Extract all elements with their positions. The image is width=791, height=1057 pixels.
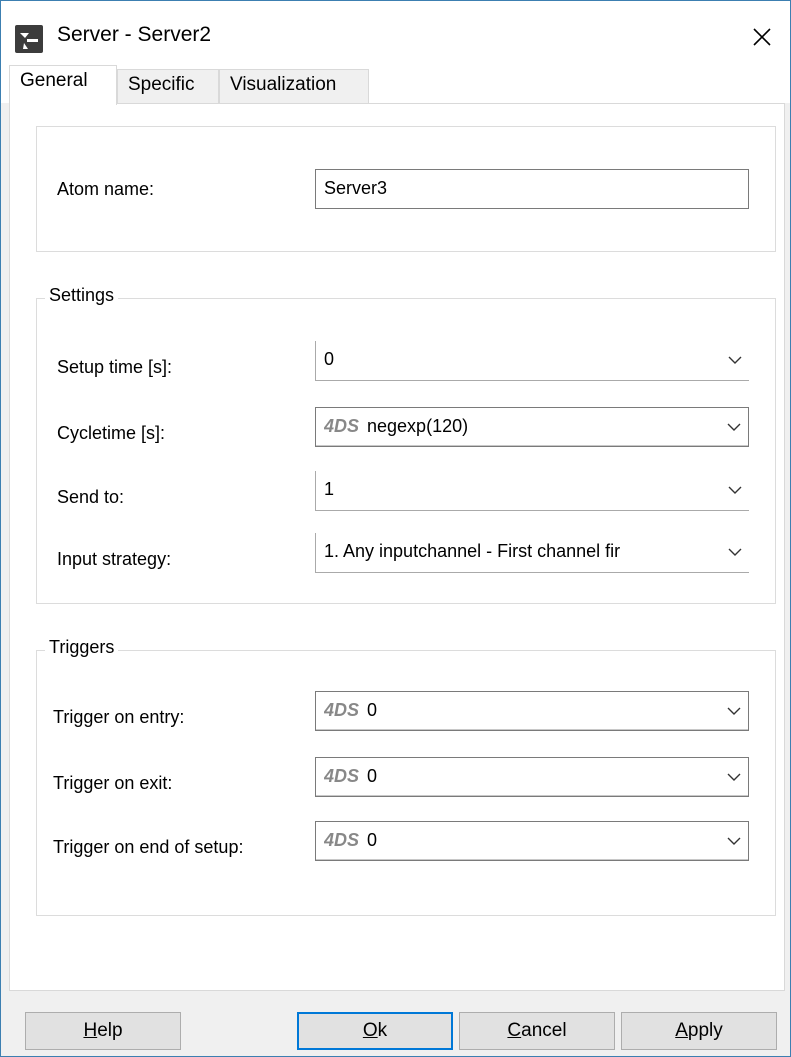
4ds-prefix: 4DS [324,700,360,720]
chevron-down-icon [727,423,741,431]
triggers-group: Triggers Trigger on entry: 4DS 0 Trigger … [36,637,776,916]
tab-general[interactable]: General [9,65,117,105]
setup-time-value: 0 [324,349,335,369]
apply-label: pply [687,1020,723,1041]
atom-name-input[interactable]: Server3 [315,169,749,209]
input-strategy-value: 1. Any inputchannel - First channel fir [324,541,621,561]
chevron-down-icon [728,356,742,364]
tab-bar: General Specific Visualization [1,65,790,105]
trigger-on-exit-expression: 0 [367,766,378,786]
ok-mnemonic: O [362,1020,378,1041]
trigger-on-exit-label: Trigger on exit: [53,773,173,793]
apply-button[interactable]: Apply [621,1012,777,1050]
send-to-label: Send to: [57,487,125,507]
4ds-prefix: 4DS [324,416,360,436]
4ds-prefix: 4DS [324,766,360,786]
cycletime-label: Cycletime [s]: [57,423,166,443]
triggers-group-title: Triggers [45,637,119,658]
cancel-mnemonic: C [507,1020,522,1041]
chevron-down-icon [728,486,742,494]
trigger-on-exit-dropdown[interactable]: 4DS 0 [315,757,749,797]
input-strategy-dropdown[interactable]: 1. Any inputchannel - First channel fir [315,533,749,573]
help-label: elp [97,1020,123,1041]
server-app-icon [15,25,43,53]
trigger-on-end-of-setup-value: 4DS 0 [324,830,377,851]
cycletime-expression: negexp(120) [367,416,469,436]
chevron-down-icon [727,707,741,715]
window-title: Server - Server2 [57,23,212,46]
trigger-on-entry-expression: 0 [367,700,378,720]
atom-name-group: Atom name: Server3 [36,126,776,252]
input-strategy-label: Input strategy: [57,549,172,569]
trigger-on-end-of-setup-label: Trigger on end of setup: [53,837,244,857]
chevron-down-icon [727,837,741,845]
ok-label: k [377,1020,388,1041]
settings-group: Settings Setup time [s]: 0 Cycletime [s]… [36,285,776,604]
trigger-on-end-of-setup-expression: 0 [367,830,378,850]
atom-name-label: Atom name: [57,179,155,199]
send-to-value: 1 [324,479,335,499]
chevron-down-icon [727,773,741,781]
send-to-dropdown[interactable]: 1 [315,471,749,511]
cancel-label: ancel [521,1020,567,1041]
dialog-window: Server - Server2 General Specific Visual… [0,0,791,1057]
close-icon[interactable] [740,17,784,57]
trigger-on-exit-value: 4DS 0 [324,766,377,787]
ok-button[interactable]: Ok [297,1012,453,1050]
atom-name-value: Server3 [324,178,388,198]
cycletime-value: 4DS negexp(120) [324,416,468,437]
title-bar: Server - Server2 [1,1,790,67]
tab-visualization[interactable]: Visualization [219,69,369,103]
trigger-on-entry-value: 4DS 0 [324,700,377,721]
button-bar: Help Ok Cancel Apply [1,991,790,1056]
trigger-on-end-of-setup-dropdown[interactable]: 4DS 0 [315,821,749,861]
tab-panel-general: Atom name: Server3 Settings Setup time [… [9,103,785,991]
help-button[interactable]: Help [25,1012,181,1050]
trigger-on-entry-label: Trigger on entry: [53,707,185,727]
cancel-button[interactable]: Cancel [459,1012,615,1050]
help-mnemonic: H [83,1020,98,1041]
tab-specific[interactable]: Specific [117,69,219,103]
setup-time-dropdown[interactable]: 0 [315,341,749,381]
settings-group-title: Settings [45,285,119,306]
setup-time-label: Setup time [s]: [57,357,173,377]
cycletime-dropdown[interactable]: 4DS negexp(120) [315,407,749,447]
4ds-prefix: 4DS [324,830,360,850]
trigger-on-entry-dropdown[interactable]: 4DS 0 [315,691,749,731]
apply-mnemonic: A [675,1020,688,1041]
chevron-down-icon [728,548,742,556]
